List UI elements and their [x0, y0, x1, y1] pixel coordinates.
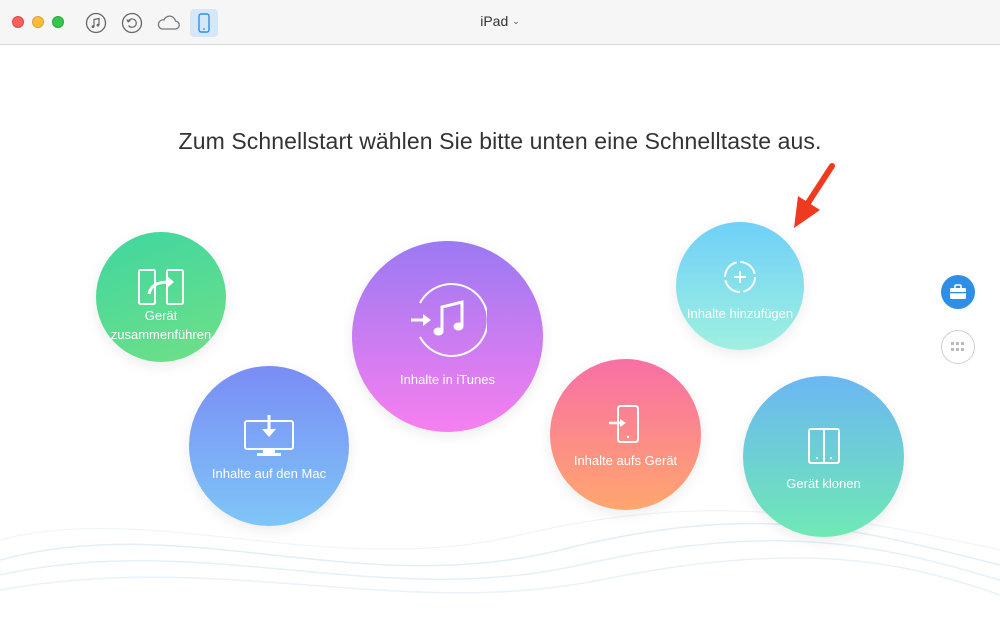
cloud-icon [157, 15, 180, 30]
phone-icon [198, 13, 210, 33]
restore-icon [121, 12, 143, 34]
device-import-icon [609, 405, 639, 443]
clone-label: Gerät klonen [786, 476, 861, 491]
device-button[interactable] [190, 9, 218, 37]
mac-label: Inhalte auf den Mac [211, 466, 327, 481]
page-title: Zum Schnellstart wählen Sie bitte unten … [178, 128, 822, 154]
backup-restore-button[interactable] [118, 9, 146, 37]
title-bar: iPad ⌄ [0, 0, 1000, 45]
add-label: Inhalte hinzufügen [686, 306, 794, 321]
minimize-window-button[interactable] [32, 16, 44, 28]
clone-device-button[interactable]: Gerät klonen [743, 376, 904, 537]
annotation-arrow [794, 163, 835, 228]
merge-label-line2: zusammenführen [110, 327, 212, 342]
itunes-icon [411, 283, 487, 357]
content-to-mac-button[interactable]: Inhalte auf den Mac [189, 366, 349, 526]
device-label: Inhalte aufs Gerät [573, 453, 678, 468]
monitor-download-icon [244, 415, 294, 456]
apps-button[interactable] [941, 330, 975, 364]
chevron-down-icon: ⌄ [512, 16, 520, 26]
content-to-device-button[interactable]: Inhalte aufs Gerät [550, 359, 701, 510]
merge-devices-icon [138, 269, 184, 305]
device-name: iPad [480, 13, 509, 29]
music-note-icon [85, 12, 107, 34]
clone-device-icon [808, 428, 840, 464]
toolkit-button[interactable] [941, 275, 975, 309]
maximize-window-button[interactable] [52, 16, 64, 28]
toolkit-icon [950, 284, 966, 299]
merge-label-line1: Gerät [144, 308, 178, 323]
device-selector[interactable]: iPad ⌄ [440, 13, 560, 29]
apps-grid-icon [951, 342, 964, 351]
add-circle-icon [724, 261, 756, 293]
merge-devices-button[interactable]: Gerät zusammenführen [96, 232, 226, 362]
content-to-itunes-button[interactable]: Inhalte in iTunes [352, 241, 543, 432]
icloud-button[interactable] [154, 9, 182, 37]
itunes-library-button[interactable] [82, 9, 110, 37]
itunes-label: Inhalte in iTunes [400, 372, 495, 387]
add-content-button[interactable]: Inhalte hinzufügen [676, 222, 804, 350]
close-window-button[interactable] [12, 16, 24, 28]
